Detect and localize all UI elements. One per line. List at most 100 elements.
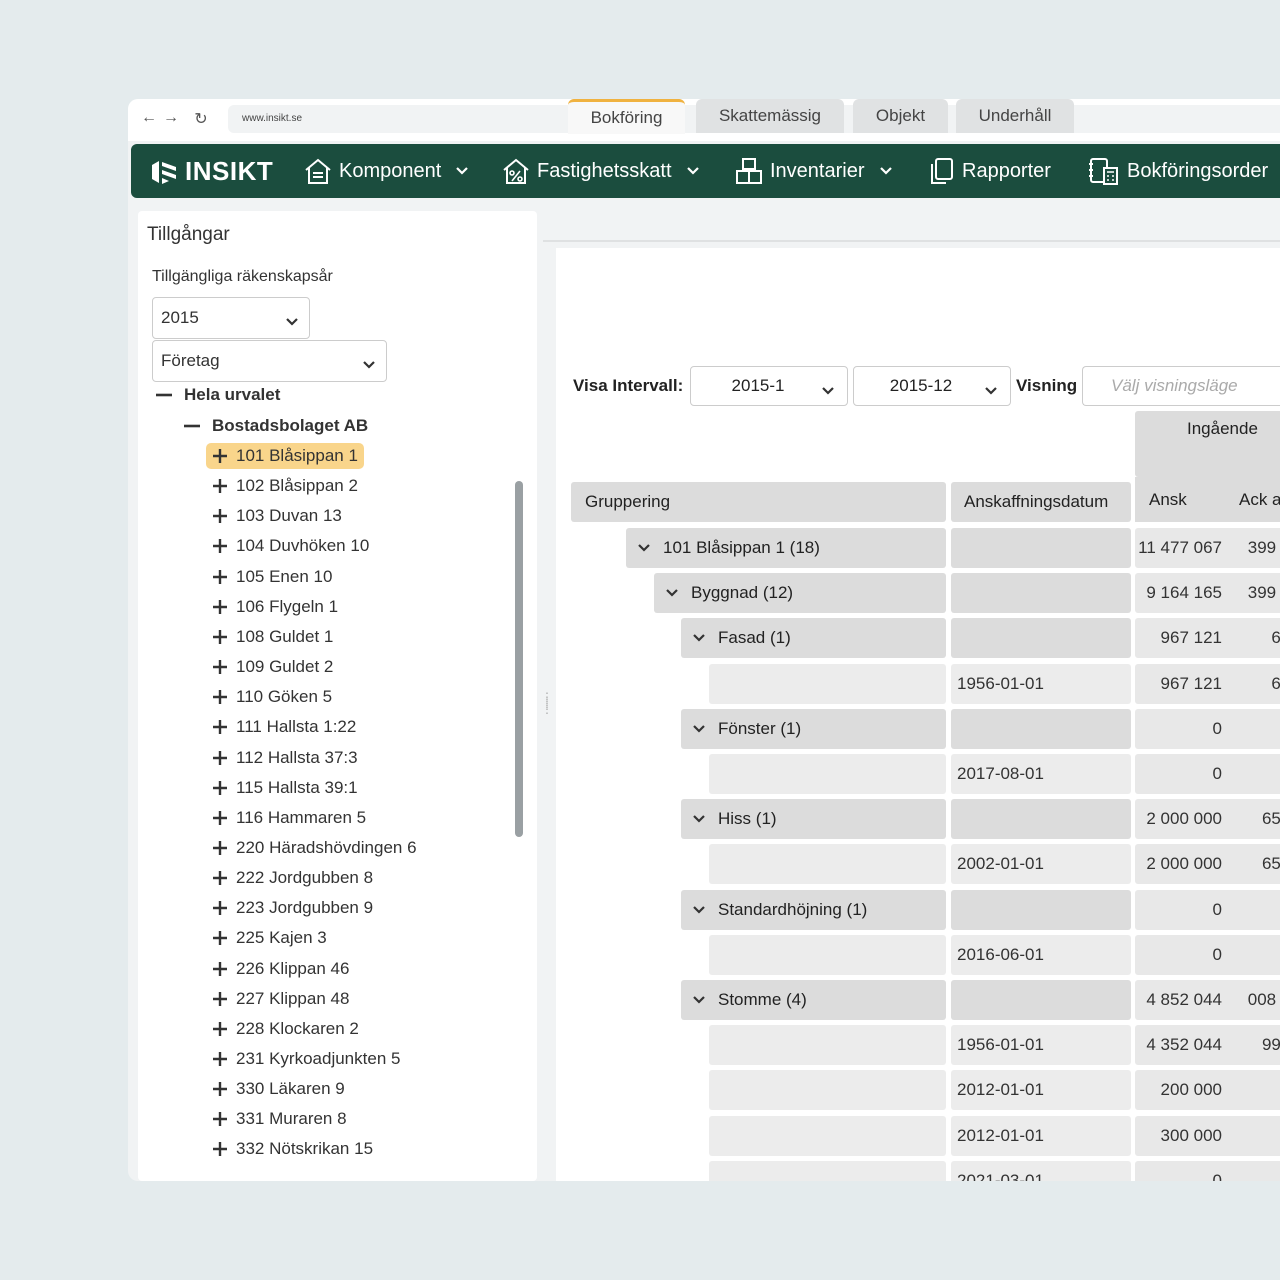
expand-plus-icon[interactable] xyxy=(212,599,236,615)
chevron-down-icon[interactable] xyxy=(665,588,679,598)
nav-komponent[interactable]: Komponent xyxy=(303,144,469,198)
tree-property-item[interactable]: 103 Duvan 13 xyxy=(212,503,342,529)
expand-plus-icon[interactable] xyxy=(212,689,236,705)
chevron-down-icon[interactable] xyxy=(692,814,706,824)
ack-value: -650 xyxy=(1261,809,1280,829)
chevron-down-icon[interactable] xyxy=(692,633,706,643)
ansk-value: 967 121 xyxy=(1160,673,1222,693)
nav-fastighetsskatt[interactable]: Fastighetsskatt xyxy=(501,144,700,198)
tree-property-item[interactable]: 223 Jordgubben 9 xyxy=(212,895,373,921)
expand-plus-icon[interactable] xyxy=(212,1081,236,1097)
chevron-down-icon[interactable] xyxy=(692,724,706,734)
documents-icon xyxy=(926,156,956,186)
tree-property-item[interactable]: 220 Häradshövdingen 6 xyxy=(212,835,417,861)
tree-company[interactable]: Bostadsbolaget AB xyxy=(184,413,368,439)
tree-property-item[interactable]: 116 Hammaren 5 xyxy=(212,805,366,831)
tree-property-item[interactable]: 227 Klippan 48 xyxy=(212,986,349,1012)
expand-plus-icon[interactable] xyxy=(212,1141,236,1157)
tree-property-item[interactable]: 101 Blåsippan 1 xyxy=(206,443,364,469)
expand-plus-icon[interactable] xyxy=(212,870,236,886)
tree-property-item[interactable]: 110 Göken 5 xyxy=(212,684,332,710)
insikt-logo[interactable]: INSIKT xyxy=(149,156,273,187)
col-header-ansk[interactable]: Ansk Ack a xyxy=(1135,477,1280,522)
sidebar-scrollbar[interactable] xyxy=(515,481,523,837)
expand-plus-icon[interactable] xyxy=(212,840,236,856)
nav-bokforingsorder[interactable]: Bokföringsorder xyxy=(1087,144,1268,198)
expand-plus-icon[interactable] xyxy=(212,719,236,735)
tree-property-item[interactable]: 226 Klippan 46 xyxy=(212,956,349,982)
view-mode-select[interactable]: Välj visningsläge xyxy=(1082,366,1280,406)
expand-plus-icon[interactable] xyxy=(212,810,236,826)
date-cell: 1956-01-01 xyxy=(951,1025,1131,1066)
col-header-gruppering[interactable]: Gruppering xyxy=(571,482,946,522)
expand-plus-icon[interactable] xyxy=(212,659,236,675)
ansk-value: 300 000 xyxy=(1160,1125,1222,1145)
fiscal-year-select[interactable]: 2015 xyxy=(152,297,310,339)
value-cell: 0 xyxy=(1135,1160,1280,1181)
table-row-group[interactable]: Fönster (1) xyxy=(681,708,946,749)
expand-plus-icon[interactable] xyxy=(212,538,236,554)
tab-skattemassig[interactable]: Skattemässig xyxy=(696,99,844,133)
tree-property-item[interactable]: 222 Jordgubben 8 xyxy=(212,865,373,891)
interval-label: Visa Intervall: xyxy=(573,376,684,395)
tree-property-item[interactable]: 231 Kyrkoadjunkten 5 xyxy=(212,1046,400,1072)
tree-property-item[interactable]: 331 Muraren 8 xyxy=(212,1106,347,1132)
expand-plus-icon[interactable] xyxy=(212,1111,236,1127)
table-row-group[interactable]: Fasad (1) xyxy=(681,618,946,659)
chevron-down-icon[interactable] xyxy=(692,905,706,915)
reload-icon[interactable]: ↻ xyxy=(192,109,210,129)
chevron-down-icon[interactable] xyxy=(692,995,706,1005)
expand-plus-icon[interactable] xyxy=(212,1021,236,1037)
tree-property-item[interactable]: 228 Klockaren 2 xyxy=(212,1016,359,1042)
expand-plus-icon[interactable] xyxy=(212,508,236,524)
interval-from-select[interactable]: 2015-1 xyxy=(690,366,848,406)
expand-plus-icon[interactable] xyxy=(212,930,236,946)
table-row-group[interactable]: 101 Blåsippan 1 (18) xyxy=(626,528,946,568)
panel-splitter-handle[interactable]: ⋮ ⋮ ⋮ xyxy=(541,691,553,715)
table-row-group[interactable]: Hiss (1) xyxy=(681,799,946,840)
chevron-down-icon[interactable] xyxy=(637,543,651,553)
expand-plus-icon[interactable] xyxy=(212,478,236,494)
expand-plus-icon[interactable] xyxy=(212,448,236,464)
tree-property-item[interactable]: 105 Enen 10 xyxy=(212,564,332,590)
collapse-icon[interactable] xyxy=(184,424,212,428)
table-row-group[interactable]: Stomme (4) xyxy=(681,980,946,1020)
tree-property-item[interactable]: 111 Hallsta 1:22 xyxy=(212,714,356,740)
back-arrow-icon[interactable]: ← xyxy=(140,109,158,127)
tree-property-label: 109 Guldet 2 xyxy=(236,657,334,677)
tree-property-item[interactable]: 112 Hallsta 37:3 xyxy=(212,745,358,771)
expand-plus-icon[interactable] xyxy=(212,900,236,916)
expand-plus-icon[interactable] xyxy=(212,961,236,977)
tree-property-item[interactable]: 225 Kajen 3 xyxy=(212,925,327,951)
expand-plus-icon[interactable] xyxy=(212,780,236,796)
tree-property-label: 103 Duvan 13 xyxy=(236,506,342,526)
tab-bokforing[interactable]: Bokföring xyxy=(568,99,685,134)
tree-property-item[interactable]: 332 Nötskrikan 15 xyxy=(212,1136,373,1162)
table-row-group[interactable]: Byggnad (12) xyxy=(654,573,946,614)
interval-to-select[interactable]: 2015-12 xyxy=(853,366,1011,406)
expand-plus-icon[interactable] xyxy=(212,991,236,1007)
tree-root[interactable]: Hela urvalet xyxy=(156,382,280,408)
nav-rapporter[interactable]: Rapporter xyxy=(926,144,1051,198)
tree-property-item[interactable]: 109 Guldet 2 xyxy=(212,654,333,680)
forward-arrow-icon[interactable]: → xyxy=(162,109,180,127)
tab-objekt[interactable]: Objekt xyxy=(853,99,948,133)
expand-plus-icon[interactable] xyxy=(212,750,236,766)
expand-plus-icon[interactable] xyxy=(212,629,236,645)
tree-property-item[interactable]: 115 Hallsta 39:1 xyxy=(212,775,358,801)
col-header-anskaffningsdatum[interactable]: Anskaffningsdatum xyxy=(951,482,1131,522)
tree-property-item[interactable]: 108 Guldet 1 xyxy=(212,624,333,650)
collapse-icon[interactable] xyxy=(156,393,184,397)
chevron-down-icon xyxy=(821,381,835,401)
tree-property-item[interactable]: 106 Flygeln 1 xyxy=(212,594,338,620)
table-row-group[interactable]: Standardhöjning (1) xyxy=(681,889,946,930)
tree-property-item[interactable]: 104 Duvhöken 10 xyxy=(212,533,369,559)
tree-property-item[interactable]: 102 Blåsippan 2 xyxy=(212,473,358,499)
tree-property-item[interactable]: 330 Läkaren 9 xyxy=(212,1076,345,1102)
ack-value: -2 399 xyxy=(1247,583,1280,603)
expand-plus-icon[interactable] xyxy=(212,569,236,585)
tab-underhall[interactable]: Underhåll xyxy=(956,99,1074,133)
expand-plus-icon[interactable] xyxy=(212,1051,236,1067)
entity-type-select[interactable]: Företag xyxy=(152,340,387,382)
nav-inventarier[interactable]: Inventarier xyxy=(734,144,893,198)
